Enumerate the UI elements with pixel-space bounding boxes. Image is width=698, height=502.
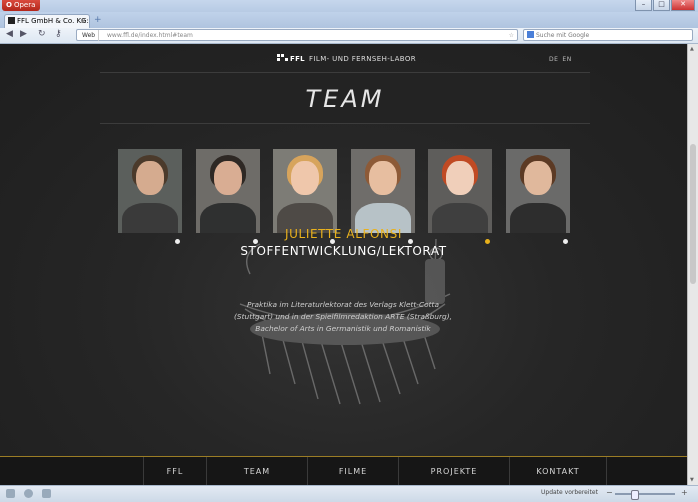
zoom-slider[interactable] bbox=[615, 493, 675, 495]
footer-nav-ffl[interactable]: FFL bbox=[143, 457, 206, 485]
status-bar: Update vorbereitet − + bbox=[0, 485, 698, 502]
bookmark-star-icon[interactable]: ☆ bbox=[509, 30, 514, 41]
footer-nav-filme[interactable]: FILME bbox=[307, 457, 398, 485]
page-scrollbar[interactable]: ▲ ▼ bbox=[687, 44, 698, 485]
web-page: FFL FILM- UND FERNSEH-LABOR DE EN TEAM JU… bbox=[0, 44, 687, 485]
panels-icon[interactable] bbox=[6, 489, 15, 498]
cloud-icon[interactable] bbox=[24, 489, 33, 498]
team-member-photo[interactable] bbox=[118, 149, 182, 233]
opera-menu-label: Opera bbox=[13, 1, 36, 9]
scrollbar-thumb[interactable] bbox=[690, 144, 696, 284]
lang-en[interactable]: EN bbox=[562, 56, 571, 63]
key-icon[interactable]: ⚷ bbox=[55, 29, 62, 39]
url-text: www.ffl.de/index.html#team bbox=[107, 32, 193, 39]
close-window-button[interactable]: ✕ bbox=[671, 0, 695, 11]
scroll-down-icon[interactable]: ▼ bbox=[690, 477, 694, 483]
zoom-in-icon[interactable]: + bbox=[681, 488, 688, 497]
opera-logo-icon: O bbox=[6, 1, 12, 9]
team-member-photo[interactable] bbox=[350, 149, 415, 233]
web-badge: Web bbox=[79, 30, 100, 41]
minimize-button[interactable]: – bbox=[635, 0, 652, 11]
zoom-slider-thumb[interactable] bbox=[631, 490, 639, 500]
reload-icon[interactable]: ↻ bbox=[38, 29, 46, 39]
footer-nav-kontakt[interactable]: KONTAKT bbox=[509, 457, 607, 485]
opera-menu-button[interactable]: O Opera bbox=[2, 0, 40, 11]
new-tab-button[interactable]: + bbox=[94, 15, 102, 25]
team-member-photo[interactable] bbox=[428, 149, 492, 233]
search-placeholder: Suche mit Google bbox=[536, 32, 590, 39]
tab-ffl[interactable]: FFL GmbH & Co. KG: F... × bbox=[4, 14, 90, 28]
team-member-photo[interactable] bbox=[505, 149, 570, 233]
ffl-logo-icon[interactable] bbox=[277, 54, 289, 62]
tab-stack-icon[interactable] bbox=[42, 489, 51, 498]
address-toolbar: ◀ ▶ ↻ ⚷ Web www.ffl.de/index.html#team ☆… bbox=[0, 28, 698, 44]
maximize-button[interactable]: □ bbox=[653, 0, 670, 11]
zoom-out-icon[interactable]: − bbox=[606, 488, 613, 497]
tab-close-icon[interactable]: × bbox=[80, 15, 86, 28]
site-header: FFL FILM- UND FERNSEH-LABOR DE EN bbox=[0, 44, 687, 74]
member-name: JULIETTE ALFONSI bbox=[285, 227, 402, 241]
address-field[interactable]: Web www.ffl.de/index.html#team ☆ bbox=[76, 29, 518, 41]
section-header: TEAM bbox=[100, 72, 590, 124]
google-icon bbox=[527, 31, 534, 38]
footer-nav-team[interactable]: TEAM bbox=[206, 457, 307, 485]
favicon-icon bbox=[8, 17, 15, 24]
scroll-up-icon[interactable]: ▲ bbox=[690, 46, 694, 52]
search-field[interactable]: Suche mit Google bbox=[523, 29, 693, 41]
tab-bar: FFL GmbH & Co. KG: F... × + bbox=[0, 12, 698, 28]
logo-text[interactable]: FFL bbox=[290, 55, 305, 63]
team-member-photo[interactable] bbox=[195, 149, 260, 233]
member-role: STOFFENTWICKLUNG/LEKTORAT bbox=[240, 244, 447, 258]
window-controls: – □ ✕ bbox=[635, 0, 695, 11]
back-icon[interactable]: ◀ bbox=[6, 29, 13, 39]
language-switcher: DE EN bbox=[549, 56, 576, 63]
logo-subtitle: FILM- UND FERNSEH-LABOR bbox=[309, 55, 417, 63]
lang-de[interactable]: DE bbox=[549, 56, 558, 63]
section-title: TEAM bbox=[305, 85, 385, 113]
forward-icon[interactable]: ▶ bbox=[20, 29, 27, 39]
footer-nav-bar: FFL TEAM FILME PROJEKTE KONTAKT bbox=[0, 456, 687, 485]
member-bio: Praktika im Literaturlektorat des Verlag… bbox=[234, 300, 452, 333]
team-member-photo[interactable] bbox=[273, 149, 337, 233]
status-text: Update vorbereitet bbox=[541, 489, 598, 496]
footer-nav-projekte[interactable]: PROJEKTE bbox=[398, 457, 509, 485]
tab-title: FFL GmbH & Co. KG: F... bbox=[17, 17, 89, 25]
footer-nav: FFL TEAM FILME PROJEKTE KONTAKT bbox=[143, 457, 607, 485]
